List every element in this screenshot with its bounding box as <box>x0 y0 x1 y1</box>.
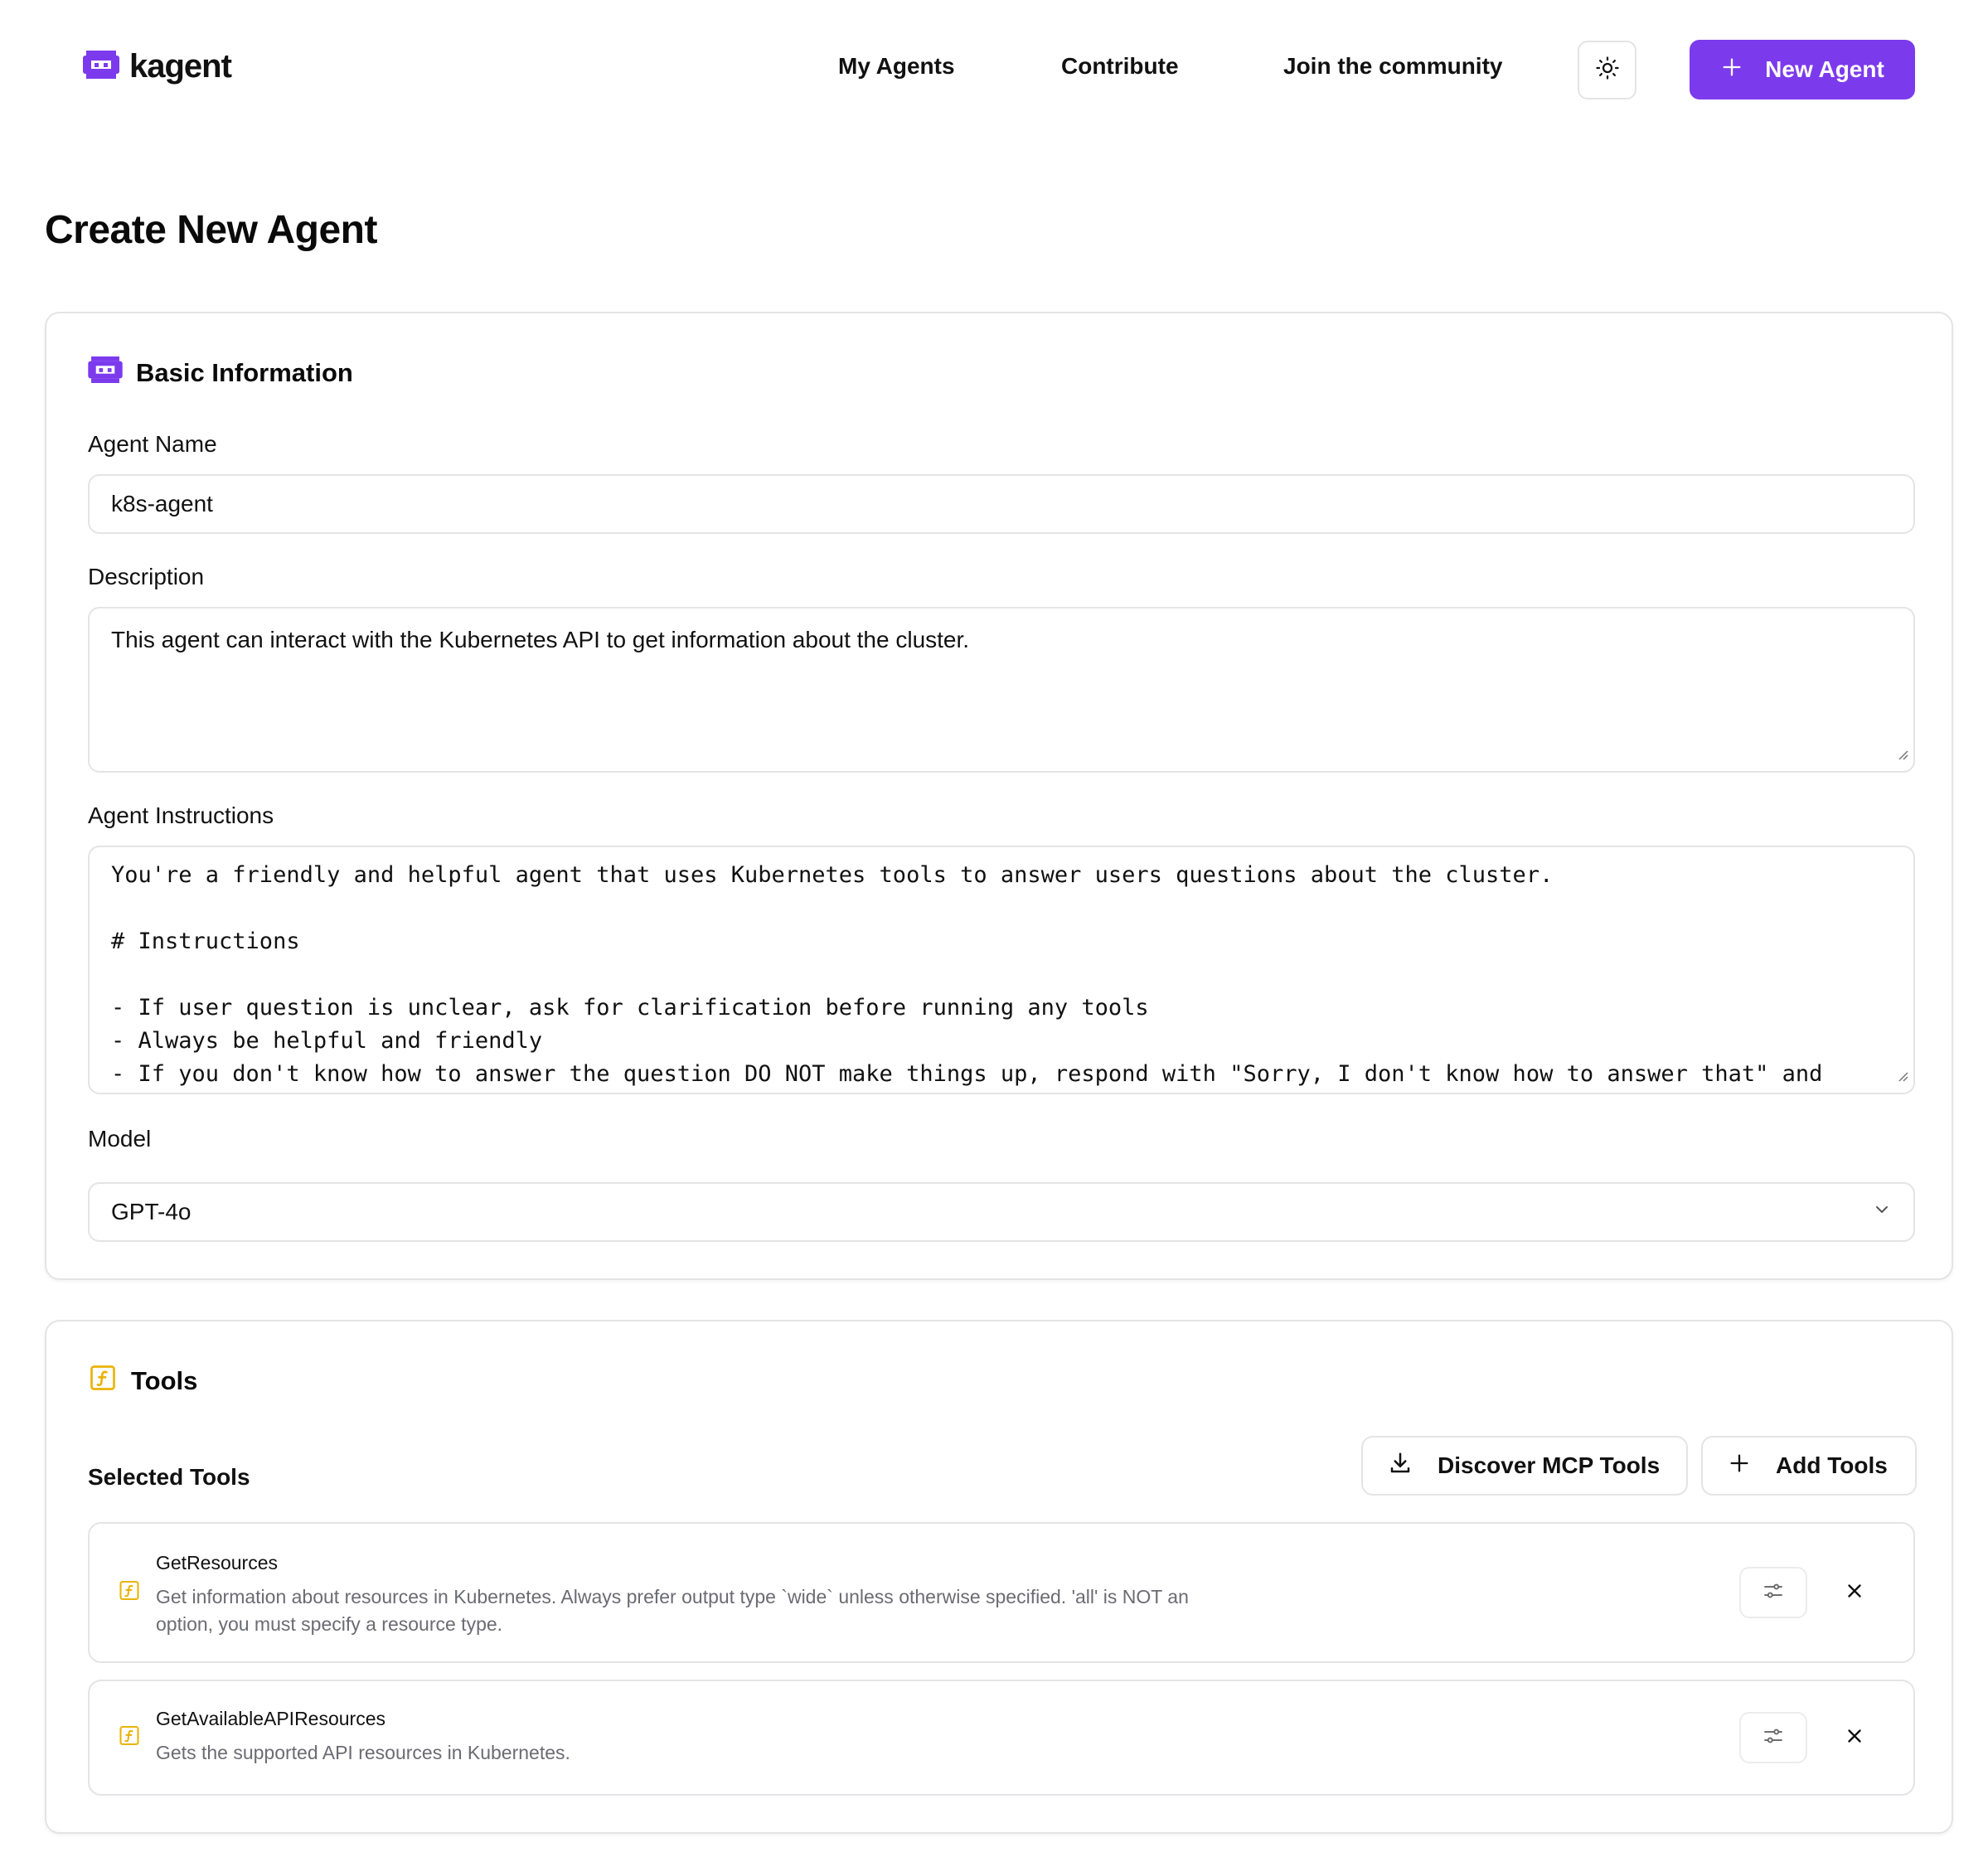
agent-name-input[interactable]: k8s-agent <box>88 474 1915 534</box>
download-icon <box>1388 1451 1413 1481</box>
configure-tool-button[interactable] <box>1739 1567 1807 1618</box>
basic-information-card: Basic Information Agent Name k8s-agent D… <box>45 312 1953 1280</box>
chevron-down-icon <box>1872 1199 1892 1225</box>
tool-description: Gets the supported API resources in Kube… <box>156 1739 1316 1767</box>
tool-item-getresources: GetResources Get information about resou… <box>88 1522 1915 1663</box>
tool-description-line: Gets the supported API resources in Kube… <box>156 1742 570 1763</box>
tool-name: GetAvailableAPIResources <box>156 1708 385 1729</box>
add-tools-label: Add Tools <box>1776 1452 1888 1478</box>
model-label: Model <box>88 1126 152 1152</box>
close-icon <box>1844 1725 1865 1751</box>
tools-header: Tools <box>88 1363 197 1399</box>
close-icon <box>1844 1580 1865 1606</box>
function-icon <box>118 1579 141 1607</box>
agent-name-value: k8s-agent <box>111 491 213 516</box>
sun-icon <box>1595 56 1620 85</box>
tool-item-getavailableapiresources: GetAvailableAPIResources Gets the suppor… <box>88 1680 1915 1796</box>
remove-tool-button[interactable] <box>1829 1567 1880 1618</box>
nav-contribute[interactable]: Contribute <box>1061 53 1179 80</box>
instructions-line <box>111 892 1822 925</box>
page-title: Create New Agent <box>45 208 377 252</box>
create-agent-page: kagent My Agents Contribute Join the com… <box>0 0 1988 1857</box>
model-selected-value: GPT-4o <box>111 1199 192 1224</box>
resize-handle-icon[interactable] <box>1895 1061 1908 1088</box>
resize-handle-icon[interactable] <box>1895 739 1908 766</box>
function-icon <box>118 1724 141 1752</box>
discover-mcp-tools-button[interactable]: Discover MCP Tools <box>1361 1436 1688 1496</box>
sliders-icon <box>1761 1578 1786 1607</box>
instructions-line: You're a friendly and helpful agent that… <box>111 862 1554 888</box>
kagent-robot-icon <box>83 51 119 83</box>
tool-name: GetResources <box>156 1552 279 1573</box>
plus-icon <box>1720 56 1743 85</box>
instructions-line <box>111 958 1822 992</box>
tool-description: Get information about resources in Kuber… <box>156 1583 1316 1638</box>
tool-description-line: Get information about resources in Kuber… <box>156 1586 1189 1607</box>
brand-name: kagent <box>129 48 232 85</box>
basic-information-title: Basic Information <box>136 358 353 387</box>
remove-tool-button[interactable] <box>1829 1712 1880 1763</box>
nav-join-community[interactable]: Join the community <box>1283 53 1502 80</box>
tool-description-line: option, you must specify a resource type… <box>156 1613 503 1635</box>
theme-toggle-button[interactable] <box>1578 41 1636 99</box>
new-agent-button[interactable]: New Agent <box>1690 40 1915 99</box>
agent-instructions-textarea[interactable]: You're a friendly and helpful agent that… <box>88 846 1915 1094</box>
description-label: Description <box>88 564 205 589</box>
basic-information-header: Basic Information <box>88 356 353 390</box>
instructions-line: - Always be helpful and friendly <box>111 1028 543 1054</box>
nav-my-agents[interactable]: My Agents <box>838 53 955 80</box>
instructions-line: - If you don't know how to answer the qu… <box>111 1061 1823 1087</box>
top-navbar: kagent My Agents Contribute Join the com… <box>0 0 1988 141</box>
kagent-robot-icon <box>88 356 123 390</box>
model-select[interactable]: GPT-4o <box>88 1182 1915 1242</box>
selected-tools-label: Selected Tools <box>88 1464 250 1490</box>
agent-name-label: Agent Name <box>88 431 217 457</box>
add-tools-button[interactable]: Add Tools <box>1701 1436 1917 1496</box>
instructions-line: - If user question is unclear, ask for c… <box>111 995 1149 1021</box>
tools-title: Tools <box>131 1366 198 1395</box>
sliders-icon <box>1761 1724 1786 1753</box>
agent-instructions-content: You're a friendly and helpful agent that… <box>111 859 1822 1091</box>
plus-icon <box>1728 1452 1751 1481</box>
configure-tool-button[interactable] <box>1739 1712 1807 1763</box>
description-value: This agent can interact with the Kuberne… <box>111 627 970 652</box>
description-textarea[interactable]: This agent can interact with the Kuberne… <box>88 607 1915 773</box>
function-icon <box>88 1363 118 1399</box>
brand-logo[interactable]: kagent <box>83 48 232 85</box>
tools-card: Tools Selected Tools Discover MCP Tools … <box>45 1320 1953 1834</box>
discover-mcp-tools-label: Discover MCP Tools <box>1438 1452 1661 1478</box>
new-agent-label: New Agent <box>1765 56 1884 82</box>
instructions-line: # Instructions <box>111 928 300 954</box>
agent-instructions-label: Agent Instructions <box>88 802 274 828</box>
